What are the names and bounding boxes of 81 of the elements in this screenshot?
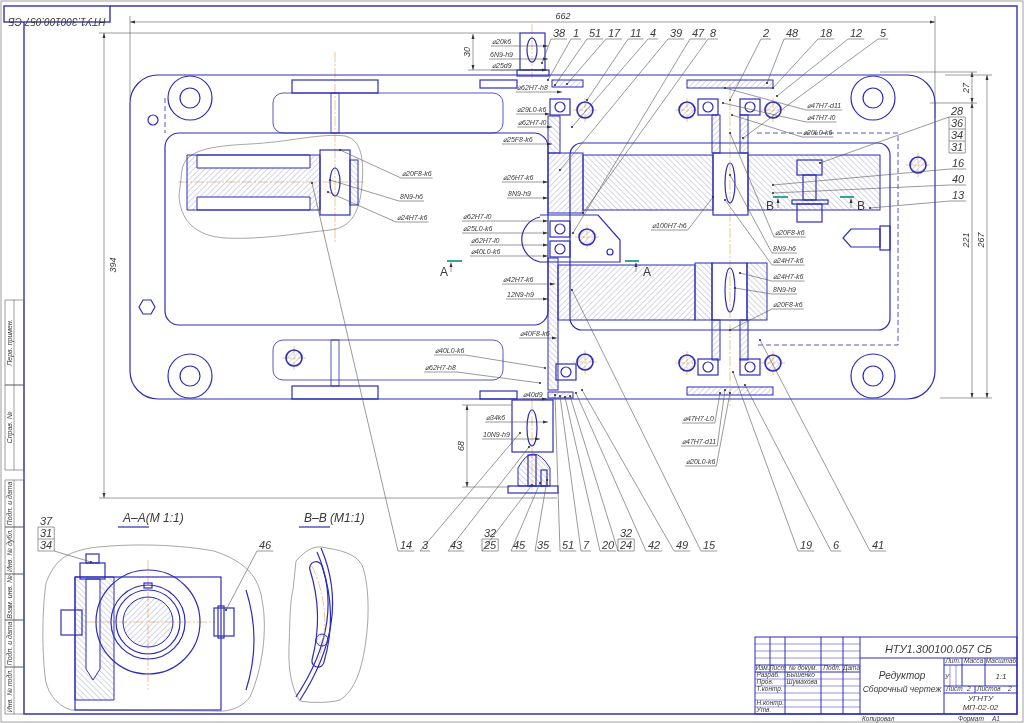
part-number: 38 [553, 27, 566, 39]
leader-line [515, 112, 551, 116]
part-number: 45 [513, 539, 526, 551]
part-number: 34 [40, 539, 53, 551]
part-number: 39 [670, 27, 683, 39]
section-letter: B [766, 199, 774, 213]
part-number: 36 [951, 117, 964, 129]
part-number: 34 [951, 129, 964, 141]
dimension-value: 30 [462, 47, 472, 57]
cutting-plane-arrow [624, 260, 640, 273]
part-number: 32 [620, 527, 633, 539]
leader-line [501, 142, 553, 146]
cutting-plane-arrow [772, 196, 789, 209]
part-number: 35 [537, 539, 550, 551]
section-letter: A [643, 265, 651, 279]
leader-line [518, 336, 558, 340]
dimension-value: 221 [961, 232, 971, 248]
leader-line [224, 550, 274, 612]
part-number: 48 [786, 27, 799, 39]
part-number: 24 [620, 539, 633, 551]
part-number: 46 [259, 539, 272, 551]
leader-line [738, 271, 805, 282]
part-number: 5 [880, 27, 887, 39]
part-number: 8 [710, 27, 717, 39]
leader-line [501, 180, 549, 184]
leader-line [516, 125, 553, 129]
part-number: 42 [648, 539, 661, 551]
part-number: 49 [676, 539, 689, 551]
part-number: 13 [952, 189, 965, 201]
part-number: 6 [833, 539, 840, 551]
dimension-value: 662 [555, 11, 571, 21]
part-number: 20 [602, 539, 615, 551]
part-number: 47 [692, 27, 705, 39]
cutting-plane-arrow [839, 196, 855, 209]
part-number: 14 [400, 539, 413, 551]
part-number: 31 [40, 527, 53, 539]
dimension-value: 267 [976, 232, 986, 248]
part-number: 7 [583, 539, 590, 551]
part-number: 41 [872, 539, 885, 551]
leader-line [733, 286, 798, 295]
part-number: 2 [763, 27, 770, 39]
leader-line [506, 196, 549, 200]
leader-line [484, 420, 549, 424]
leader-line [505, 297, 549, 301]
leader-line [521, 397, 548, 401]
drawing-title: Сборочный чертеж [862, 684, 942, 694]
dimension-value: 394 [108, 257, 118, 273]
part-number: 19 [800, 539, 813, 551]
part-number: 31 [951, 141, 964, 153]
part-number: 15 [703, 539, 716, 551]
drawing-number: НТУ1.300100.057 СБ [884, 643, 993, 655]
dimension-value: 68 [456, 441, 466, 451]
part-number: 28 [951, 105, 964, 117]
part-number: 3 [422, 539, 429, 551]
organization-code: УГНТУ [967, 694, 994, 703]
part-number: 51 [562, 539, 575, 551]
dimension-value: 27 [961, 83, 971, 93]
part-number: 43 [450, 539, 463, 551]
part-number: 12 [850, 27, 863, 39]
part-number: 18 [820, 27, 833, 39]
section-letter: B [857, 199, 865, 213]
scale-value: 1:1 [995, 672, 1007, 681]
part-number: 51 [589, 27, 602, 39]
section-title: B–B (M1:1) [304, 511, 365, 525]
drawing-title: Редуктор [878, 670, 926, 681]
cutting-plane-arrow [446, 260, 463, 273]
part-number: 17 [608, 27, 621, 39]
part-number: 4 [650, 27, 657, 39]
part-number: 11 [630, 27, 642, 39]
section-title: A–A(M 1:1) [123, 511, 184, 525]
drawing-code: НТУ1.300100.057 СБ [8, 15, 106, 27]
part-number: 37 [40, 515, 53, 527]
leader-line [37, 526, 93, 564]
part-number: 1 [573, 27, 580, 39]
part-number: 40 [952, 173, 965, 185]
part-number: 25 [484, 539, 497, 551]
part-number: 16 [952, 157, 965, 169]
section-letter: A [440, 265, 448, 279]
leader-line [501, 282, 556, 286]
organization-code: МП-02-02 [962, 703, 999, 712]
part-number: 32 [484, 527, 497, 539]
